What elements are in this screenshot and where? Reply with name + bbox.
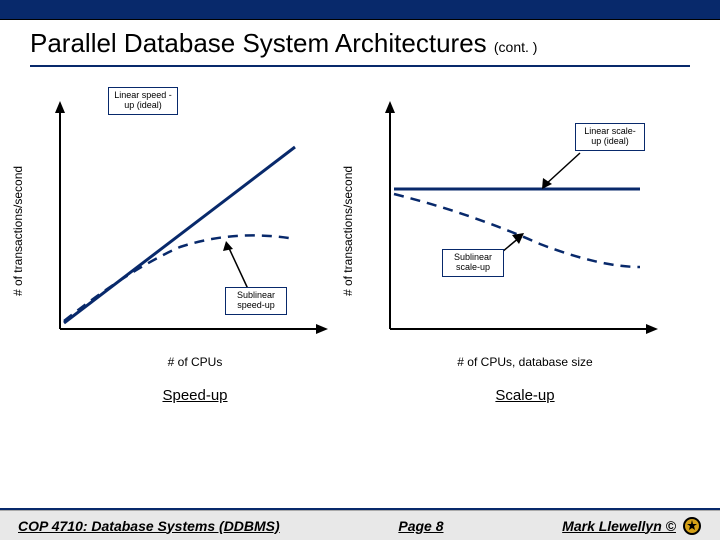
footer-bar: COP 4710: Database Systems (DDBMS) Page …: [0, 510, 720, 540]
title-cont: (cont. ): [494, 39, 538, 55]
footer-author-text: Mark Llewellyn ©: [562, 518, 676, 534]
speedup-y-label: # of transactions/second: [11, 166, 25, 296]
speedup-x-label: # of CPUs: [40, 355, 350, 369]
scaleup-y-label: # of transactions/second: [341, 166, 355, 296]
speedup-chart: # of transactions/second Linear speed -u…: [40, 99, 330, 349]
scaleup-x-label: # of CPUs, database size: [370, 355, 680, 369]
speedup-ideal-label: Linear speed -up (ideal): [108, 87, 178, 115]
speedup-caption: Speed-up: [40, 387, 350, 404]
footer-page: Page 8: [398, 518, 443, 534]
title-bar: Parallel Database System Architectures (…: [0, 20, 720, 71]
scaleup-chart: # of transactions/second Linear scale- u…: [370, 99, 660, 349]
charts-row: # of transactions/second Linear speed -u…: [0, 71, 720, 404]
speedup-chart-wrap: # of transactions/second Linear speed -u…: [40, 99, 350, 404]
title-main: Parallel Database System Architectures: [30, 28, 494, 58]
scaleup-sublinear-label: Sublinear scale-up: [442, 249, 504, 277]
footer-author: Mark Llewellyn ©: [562, 516, 702, 536]
footer-course: COP 4710: Database Systems (DDBMS): [18, 518, 280, 534]
title-underline: [30, 65, 690, 67]
scaleup-ideal-label: Linear scale- up (ideal): [575, 123, 645, 151]
scaleup-chart-wrap: # of transactions/second Linear scale- u…: [370, 99, 680, 404]
top-accent-bar: [0, 0, 720, 20]
footer: COP 4710: Database Systems (DDBMS) Page …: [0, 508, 720, 540]
ucf-logo-icon: [682, 516, 702, 536]
speedup-sublinear-label: Sublinear speed-up: [225, 287, 287, 315]
page-title: Parallel Database System Architectures (…: [30, 28, 690, 59]
scaleup-caption: Scale-up: [370, 387, 680, 404]
